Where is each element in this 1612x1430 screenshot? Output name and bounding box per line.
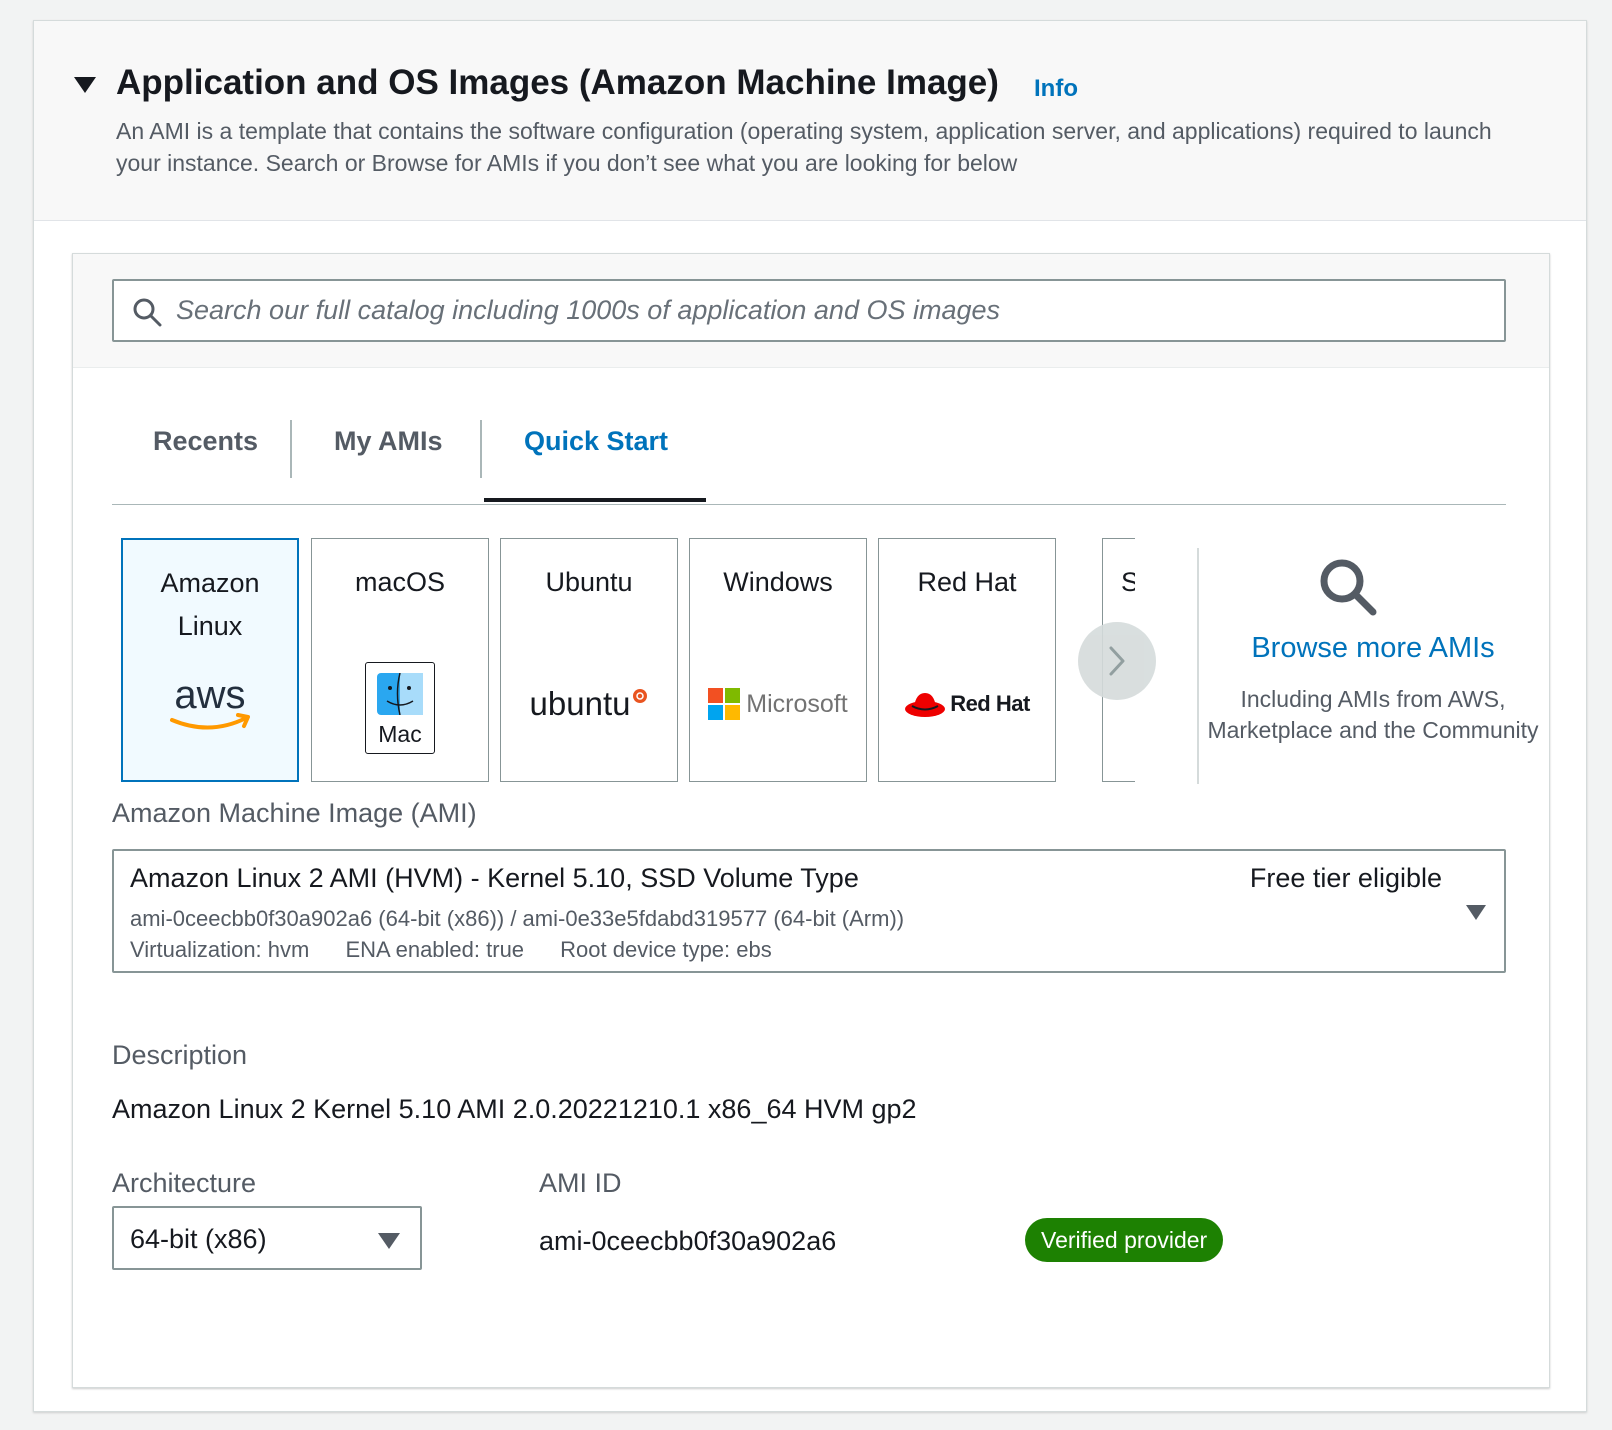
aws-logo-text: aws — [174, 673, 245, 717]
os-card-label: S — [1121, 561, 1135, 604]
ami-name: Amazon Linux 2 AMI (HVM) - Kernel 5.10, … — [130, 863, 859, 893]
os-card-label: Ubuntu — [545, 567, 633, 597]
collapse-caret-icon[interactable] — [74, 77, 96, 93]
ami-meta: Virtualization: hvm ENA enabled: true Ro… — [130, 937, 802, 963]
search-band — [73, 254, 1549, 368]
tab-divider — [290, 420, 292, 478]
description-label: Description — [112, 1040, 248, 1070]
aws-logo-icon: aws — [123, 660, 297, 750]
description-value: Amazon Linux 2 Kernel 5.10 AMI 2.0.20221… — [112, 1094, 917, 1124]
scroll-right-button[interactable] — [1078, 622, 1156, 700]
os-card-label: Amazon Linux — [160, 568, 260, 641]
os-card-amazon-linux[interactable]: Amazon Linux aws — [121, 538, 299, 782]
ami-selector-container: Recents My AMIs Quick Start Amazon Linux… — [72, 253, 1550, 1388]
architecture-label: Architecture — [112, 1168, 257, 1198]
microsoft-logo-text: Microsoft — [746, 689, 848, 718]
red-hat-logo-icon: Red Hat — [879, 659, 1055, 749]
section-description: An AMI is a template that contains the s… — [116, 118, 1492, 176]
red-hat-logo-text: Red Hat — [950, 691, 1030, 716]
caret-down-icon — [378, 1233, 400, 1249]
caret-down-icon — [1466, 905, 1486, 920]
vertical-divider — [1197, 548, 1199, 784]
os-card-red-hat[interactable]: Red Hat Red Hat — [878, 538, 1056, 782]
ami-select-dropdown[interactable]: Amazon Linux 2 AMI (HVM) - Kernel 5.10, … — [112, 849, 1506, 973]
verified-provider-badge: Verified provider — [1025, 1218, 1224, 1262]
os-card-ubuntu[interactable]: Ubuntu ubuntu — [500, 538, 678, 782]
browse-more-amis-link[interactable]: Browse more AMIs — [1197, 632, 1549, 665]
info-link[interactable]: Info — [1034, 75, 1078, 103]
ami-field-label: Amazon Machine Image (AMI) — [112, 798, 477, 828]
free-tier-label: Free tier eligible — [1249, 863, 1442, 893]
os-card-macos[interactable]: macOS Mac — [311, 538, 489, 782]
ami-search-input[interactable] — [176, 281, 1486, 340]
mac-finder-icon: Mac — [312, 662, 488, 754]
section-title: Application and OS Images (Amazon Machin… — [116, 63, 999, 102]
ami-id-value: ami-0ceecbb0f30a902a6 — [539, 1226, 837, 1256]
os-card-label: Windows — [723, 567, 833, 597]
ubuntu-logo-icon: ubuntu — [501, 659, 677, 749]
ena-text: ENA enabled: true — [345, 937, 525, 962]
mac-logo-text: Mac — [378, 721, 422, 747]
microsoft-logo-icon: Microsoft — [690, 659, 866, 749]
chevron-right-icon — [1109, 646, 1125, 676]
architecture-select[interactable]: 64-bit (x86) — [112, 1206, 422, 1270]
active-tab-indicator — [484, 498, 706, 502]
tab-divider — [480, 420, 482, 478]
ami-search-box[interactable] — [112, 279, 1506, 342]
os-card-windows[interactable]: Windows Microsoft — [689, 538, 867, 782]
os-card-label: macOS — [354, 567, 446, 597]
ubuntu-logo-text: ubuntu — [529, 685, 631, 722]
tab-my-amis[interactable]: My AMIs — [334, 426, 443, 457]
search-icon — [133, 298, 162, 327]
os-card-label: Red Hat — [917, 567, 1017, 597]
tab-recents[interactable]: Recents — [153, 426, 258, 457]
architecture-value: 64-bit (x86) — [130, 1224, 267, 1254]
ami-id-label: AMI ID — [539, 1168, 622, 1198]
tabs-divider — [112, 504, 1506, 505]
section-header: Application and OS Images (Amazon Machin… — [34, 21, 1586, 221]
ami-section-panel: Application and OS Images (Amazon Machin… — [33, 20, 1587, 1412]
virtualization-text: Virtualization: hvm — [130, 937, 310, 962]
ami-ids: ami-0ceecbb0f30a902a6 (64-bit (x86)) / a… — [130, 906, 905, 931]
browse-subtitle: Including AMIs from AWS, Marketplace and… — [1207, 686, 1539, 743]
tab-quick-start[interactable]: Quick Start — [524, 426, 668, 457]
root-device-text: Root device type: ebs — [560, 937, 772, 962]
magnifier-icon — [1320, 559, 1377, 616]
